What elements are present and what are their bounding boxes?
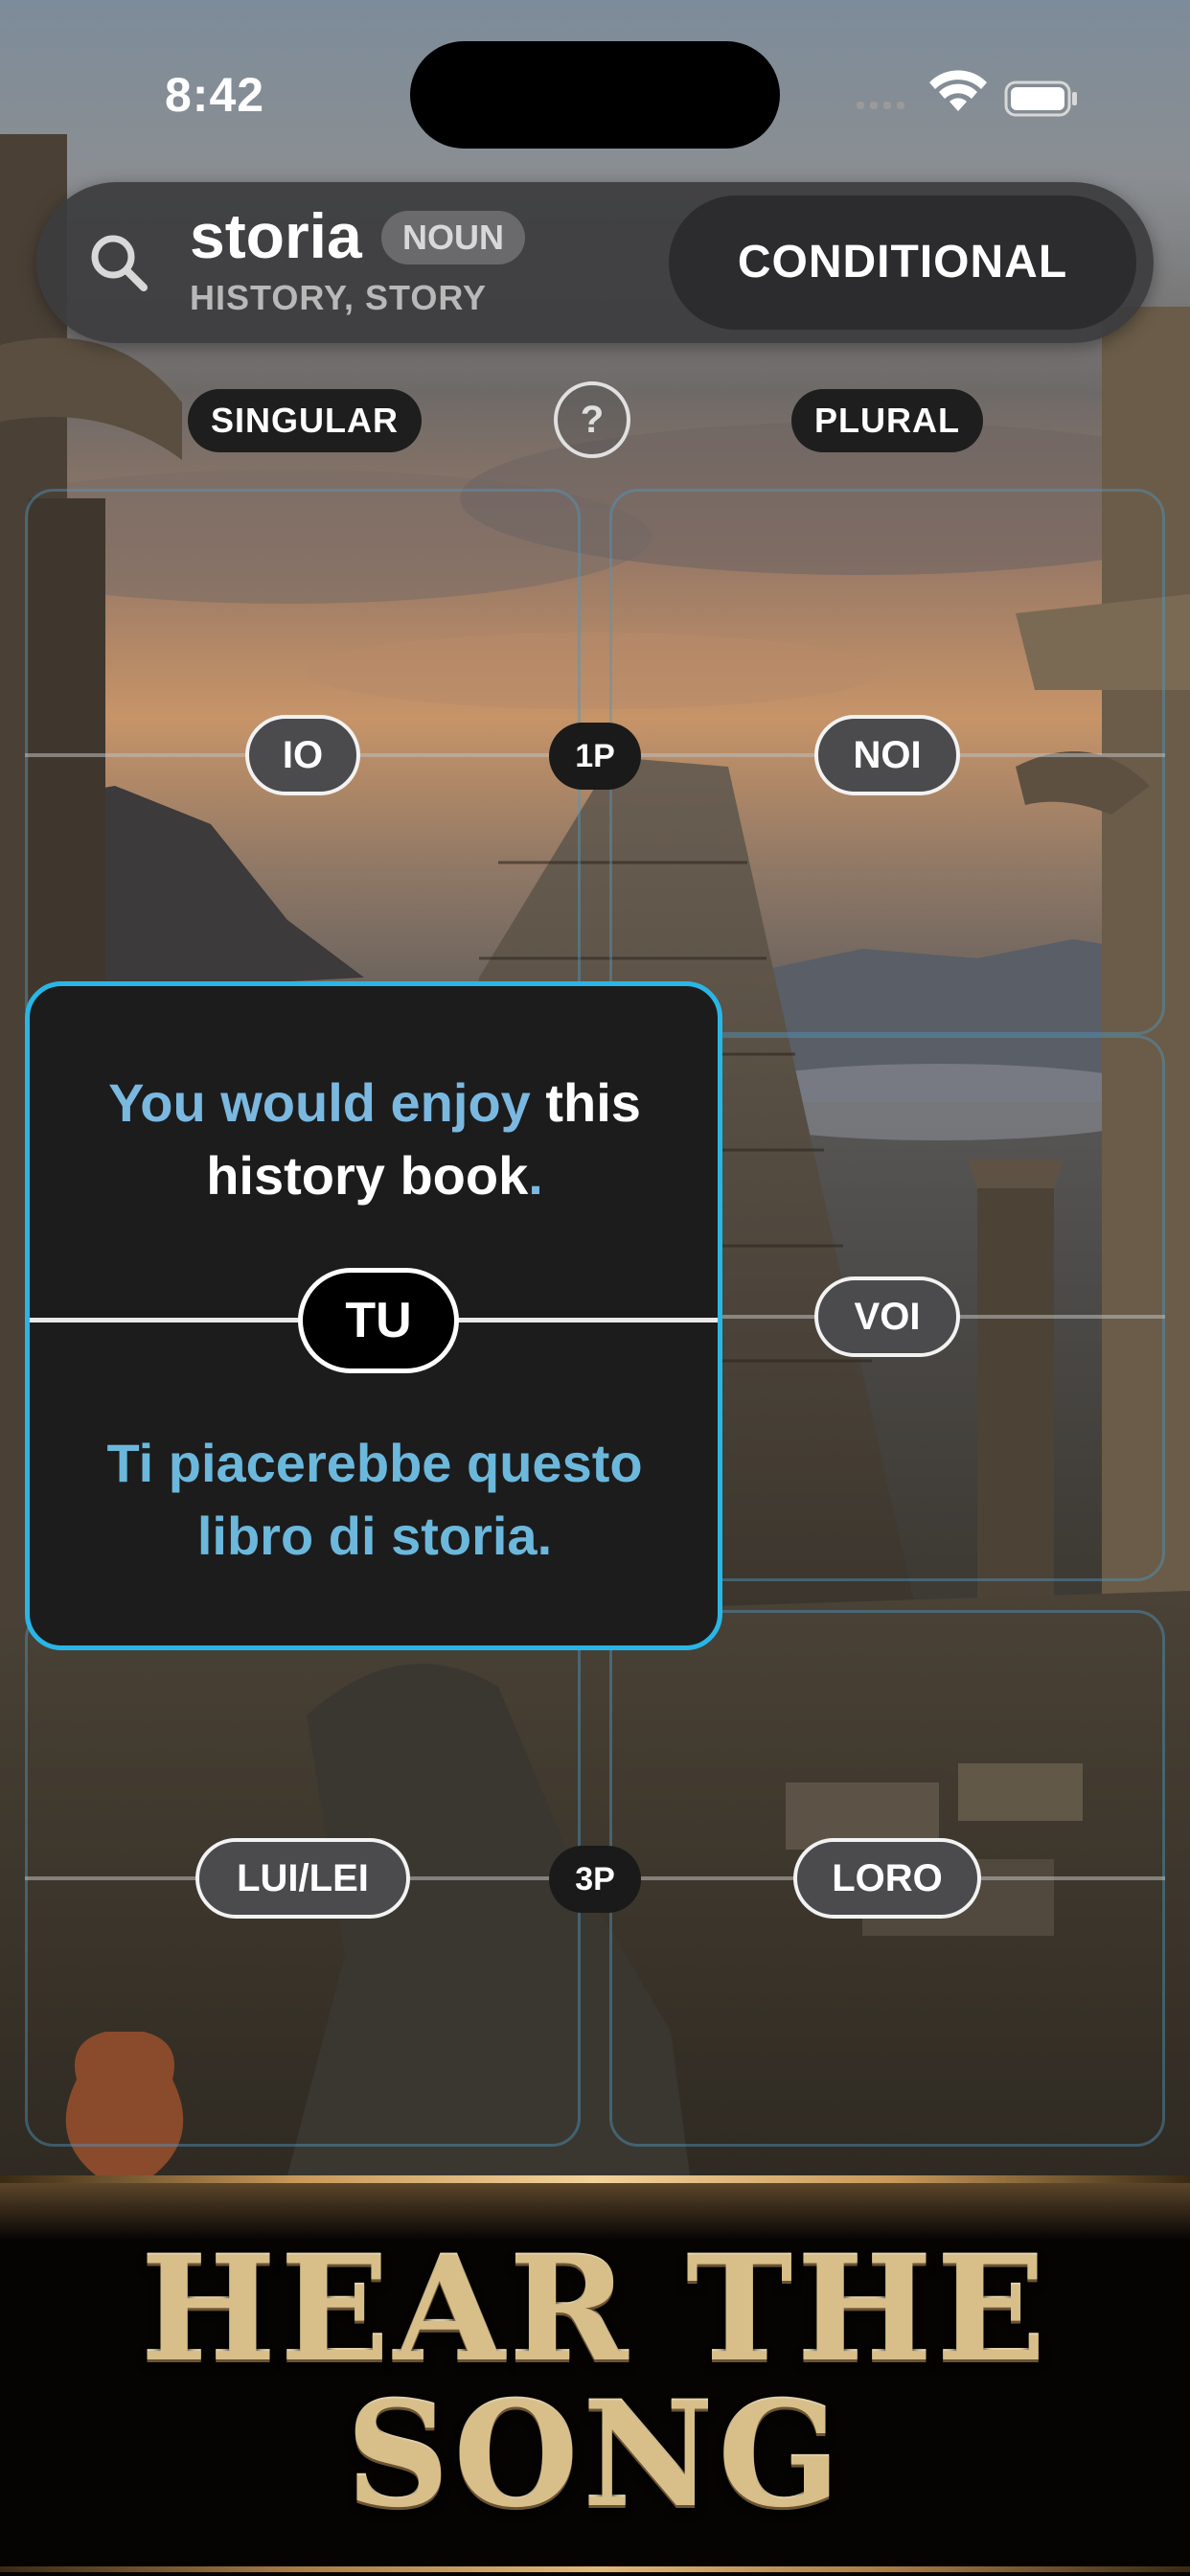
search-word: storia <box>190 200 362 271</box>
pronoun-tu[interactable]: TU <box>298 1268 459 1373</box>
banner-line-2: SONG <box>345 2371 845 2540</box>
search-bar[interactable]: storia NOUN HISTORY, STORY CONDITIONAL <box>36 182 1154 343</box>
status-time: 8:42 <box>165 68 265 122</box>
dynamic-island <box>410 41 780 149</box>
pronoun-noi[interactable]: NOI <box>814 715 960 795</box>
pronoun-io[interactable]: IO <box>245 715 360 795</box>
hear-the-song-banner[interactable]: HEAR THE SONG <box>0 2175 1190 2576</box>
wifi-icon <box>929 70 987 111</box>
english-text-book: book <box>384 1145 529 1206</box>
status-icons <box>857 70 1077 117</box>
italian-sentence: Ti piacerebbe questo libro di storia. <box>106 1433 643 1566</box>
banner-top-rule <box>0 2175 1190 2183</box>
singular-label: SINGULAR <box>188 389 422 452</box>
search-icon[interactable] <box>86 230 151 295</box>
english-text-history: history <box>206 1145 385 1206</box>
conjugation-card-tu[interactable]: You would enjoy this history book. TU Ti… <box>25 981 722 1650</box>
english-sentence: You would enjoy this history book. <box>58 1067 691 1212</box>
banner-line-1: HEAR THE <box>140 2225 1050 2394</box>
banner-bottom-rule <box>0 2566 1190 2572</box>
part-of-speech-badge: NOUN <box>381 211 525 264</box>
help-button[interactable]: ? <box>554 381 630 458</box>
pronoun-loro[interactable]: LORO <box>793 1838 981 1919</box>
pronoun-voi[interactable]: VOI <box>814 1276 960 1357</box>
tense-button[interactable]: CONDITIONAL <box>669 196 1136 330</box>
person-marker-3p: 3P <box>549 1846 641 1913</box>
person-marker-1p: 1P <box>549 723 641 790</box>
pronoun-lui-lei[interactable]: LUI/LEI <box>195 1838 410 1919</box>
word-meaning: HISTORY, STORY <box>190 278 488 317</box>
english-verb-phrase: You would enjoy <box>108 1072 531 1133</box>
english-text-this: this <box>530 1072 641 1133</box>
cellular-signal-icon <box>857 102 904 109</box>
battery-icon <box>1004 80 1077 117</box>
plural-label: PLURAL <box>791 389 983 452</box>
english-period: . <box>528 1145 543 1206</box>
